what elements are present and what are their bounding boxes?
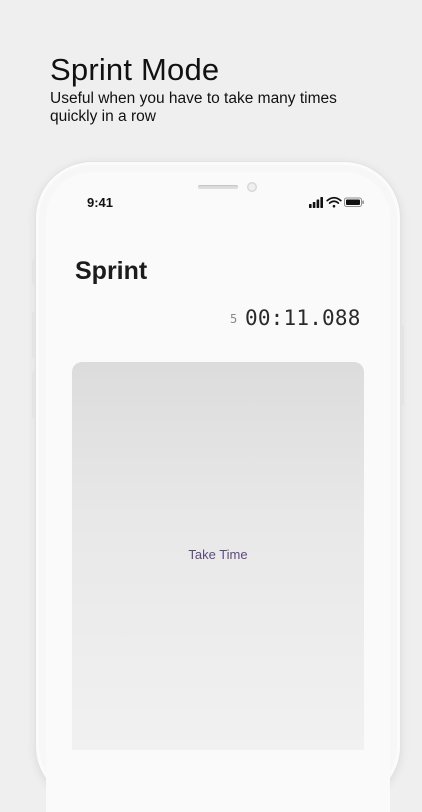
- wifi-icon: [326, 196, 342, 208]
- promo-title: Sprint Mode: [50, 52, 220, 87]
- battery-icon: [344, 197, 364, 207]
- page-title: Sprint: [75, 257, 148, 285]
- front-camera: [247, 182, 257, 192]
- promo-subtitle: Useful when you have to take many times …: [50, 90, 337, 125]
- power-button: [401, 326, 404, 406]
- mute-switch: [32, 260, 35, 284]
- take-time-label: Take Time: [188, 547, 248, 562]
- lap-count: 5: [230, 312, 238, 326]
- stopwatch-timer: 00:11.088: [245, 306, 361, 330]
- status-time: 9:41: [87, 195, 114, 210]
- volume-up-button: [32, 312, 35, 358]
- take-time-button[interactable]: Take Time: [72, 362, 364, 750]
- status-icons: [309, 196, 364, 208]
- volume-down-button: [32, 372, 35, 418]
- cellular-signal-icon: [309, 197, 323, 208]
- earpiece-speaker: [198, 185, 238, 189]
